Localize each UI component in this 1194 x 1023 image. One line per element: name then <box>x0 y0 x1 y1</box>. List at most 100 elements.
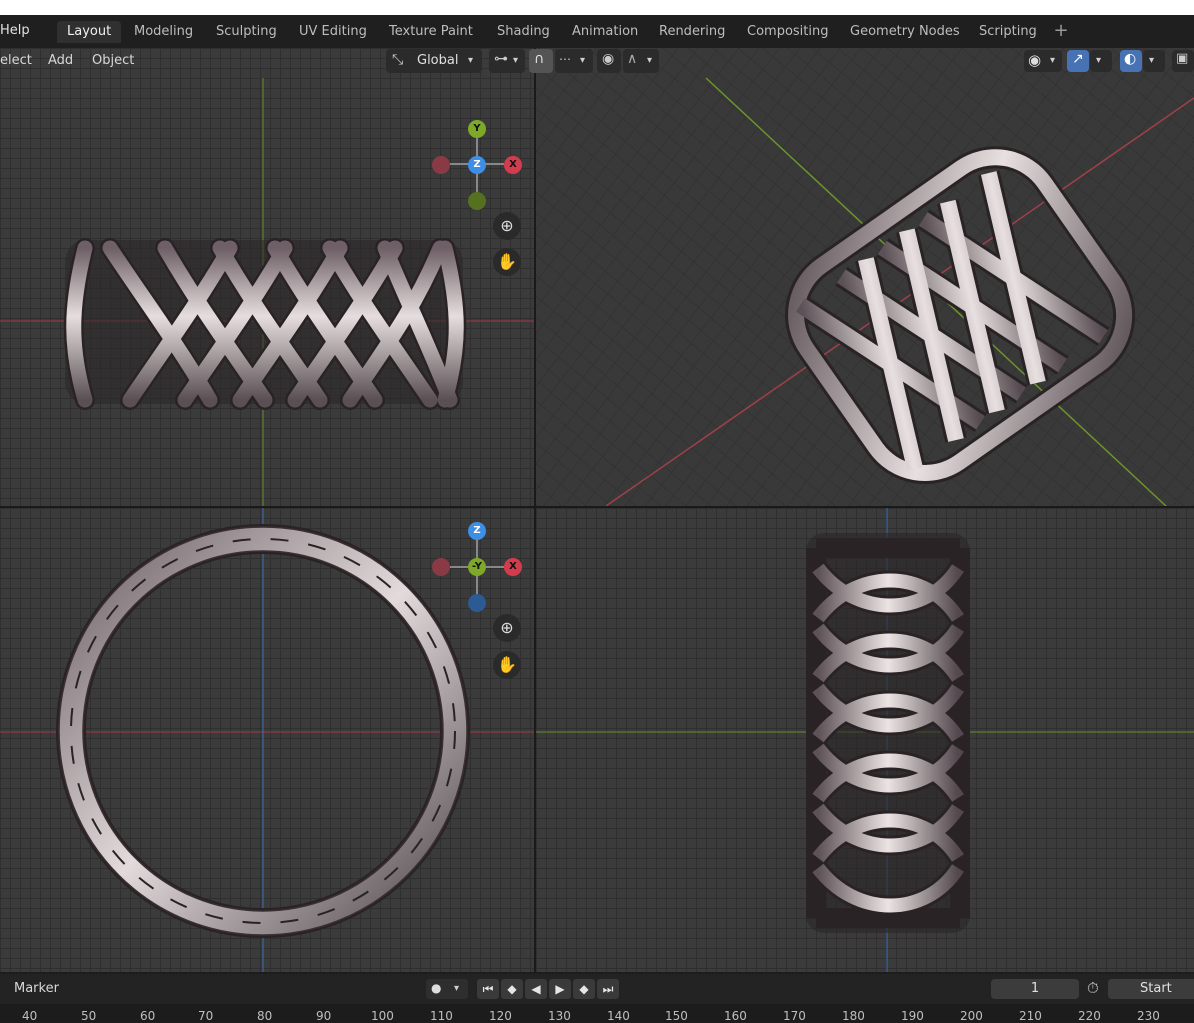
ring-side-view <box>806 533 970 933</box>
play-button[interactable]: ▶ <box>549 979 571 999</box>
pivot-icon: ⊶ <box>494 51 508 67</box>
tab-shading[interactable]: Shading <box>487 21 560 43</box>
viewport-header: elect Add Object ⤡ Global ▾ ⊶ ▾ ∩ ⋯ ▾ ◉ … <box>0 48 1194 76</box>
tab-sculpting[interactable]: Sculpting <box>206 21 287 43</box>
record-icon: ● <box>431 981 442 995</box>
ruler-tick: 190 <box>901 1009 924 1023</box>
viewport-perspective-canvas <box>605 77 1194 506</box>
current-frame-field[interactable]: 1 <box>991 979 1079 999</box>
zoom-icon[interactable]: ⊕ <box>493 614 521 642</box>
chevron-down-icon: ▾ <box>580 55 586 66</box>
chevron-down-icon: ▾ <box>647 55 653 66</box>
start-frame-label: Start <box>1140 981 1172 996</box>
viewport-side[interactable] <box>536 508 1194 972</box>
chevron-down-icon: ▾ <box>468 55 474 66</box>
tab-animation[interactable]: Animation <box>562 21 648 43</box>
start-frame-field[interactable]: Start <box>1108 979 1194 999</box>
ruler-tick: 130 <box>548 1009 571 1023</box>
xray-toggle[interactable]: ▣ <box>1172 50 1194 72</box>
chevron-down-icon: ▾ <box>1050 55 1056 66</box>
menu-help[interactable]: Help <box>0 23 30 38</box>
gizmo-icon: ↗ <box>1072 51 1084 67</box>
overlays-dropdown[interactable]: ▾ <box>1143 50 1165 72</box>
transform-orientation-dropdown[interactable]: ⤡ Global ▾ <box>386 49 482 73</box>
viewport-perspective[interactable] <box>536 48 1194 506</box>
magnet-icon: ∩ <box>534 51 545 67</box>
jump-next-keyframe-button[interactable]: ◆ <box>573 979 595 999</box>
chevron-down-icon: ▾ <box>1096 55 1102 66</box>
tab-modeling[interactable]: Modeling <box>124 21 203 43</box>
gizmo-z-axis-front[interactable]: Z <box>468 522 486 540</box>
gizmo-toggle[interactable]: ↗ <box>1067 50 1089 72</box>
window-title-strip <box>0 0 1194 15</box>
gizmo-neg-x-axis-front[interactable] <box>432 558 450 576</box>
stopwatch-icon[interactable]: ⏱ <box>1087 979 1099 997</box>
tab-layout[interactable]: Layout <box>57 21 122 43</box>
timeline-header: Marker ● ▾ ⏮ ◆ ◀ ▶ ◆ ⏭ 1 ⏱ Start <box>0 974 1194 1004</box>
keying-dropdown[interactable]: ● ▾ <box>426 979 468 999</box>
gizmo-dropdown[interactable]: ▾ <box>1090 50 1112 72</box>
play-reverse-button[interactable]: ◀ <box>525 979 547 999</box>
ruler-tick: 220 <box>1078 1009 1101 1023</box>
orientation-label: Global <box>417 53 459 68</box>
menu-object[interactable]: Object <box>92 53 134 68</box>
overlays-toggle[interactable]: ◐ <box>1120 50 1142 72</box>
timeline-ruler[interactable]: 40 50 60 70 80 90 100 110 120 130 140 15… <box>0 1004 1194 1023</box>
tab-uv-editing[interactable]: UV Editing <box>289 21 377 43</box>
gizmo-neg-x-axis[interactable] <box>432 156 450 174</box>
jump-to-end-button[interactable]: ⏭ <box>597 979 619 999</box>
gizmo-z-axis[interactable]: Z <box>468 156 486 174</box>
viewport-divider-vertical[interactable] <box>534 48 536 972</box>
proportional-falloff-dropdown[interactable]: ∧ ▾ <box>623 49 659 73</box>
ruler-tick: 120 <box>489 1009 512 1023</box>
tab-texture-paint[interactable]: Texture Paint <box>379 21 483 43</box>
ruler-tick: 70 <box>198 1009 214 1023</box>
add-workspace-icon[interactable]: + <box>1052 20 1070 42</box>
ruler-tick: 110 <box>430 1009 453 1023</box>
viewport-divider-horizontal[interactable] <box>0 506 1194 508</box>
gizmo-y-axis[interactable]: Y <box>468 120 486 138</box>
viewport-front[interactable]: Z -Y X ⊕ ✋ <box>0 508 534 972</box>
ring-top-view <box>63 238 467 410</box>
falloff-curve-icon: ∧ <box>627 51 638 67</box>
jump-prev-keyframe-button[interactable]: ◆ <box>501 979 523 999</box>
visibility-dropdown[interactable]: ◉ ▾ <box>1024 50 1062 72</box>
orientation-icon: ⤡ <box>392 52 404 68</box>
pivot-point-dropdown[interactable]: ⊶ ▾ <box>489 49 525 73</box>
gizmo-neg-y-axis[interactable] <box>468 192 486 210</box>
gizmo-x-axis-front[interactable]: X <box>504 558 522 576</box>
ruler-tick: 230 <box>1137 1009 1160 1023</box>
pan-hand-icon[interactable]: ✋ <box>493 651 521 679</box>
snap-toggle[interactable]: ∩ <box>529 49 553 73</box>
ruler-tick: 100 <box>371 1009 394 1023</box>
proportional-editing-toggle[interactable]: ◉ <box>597 49 621 73</box>
gizmo-neg-y-axis-front[interactable]: -Y <box>468 558 486 576</box>
viewport-top[interactable]: Y Z X ⊕ ✋ <box>0 48 534 506</box>
ruler-tick: 40 <box>22 1009 38 1023</box>
menu-select[interactable]: elect <box>0 53 32 68</box>
gizmo-x-axis[interactable]: X <box>504 156 522 174</box>
viewport-top-canvas <box>0 78 534 506</box>
overlays-icon: ◐ <box>1124 51 1137 67</box>
tab-geometry-nodes[interactable]: Geometry Nodes <box>840 21 970 43</box>
gizmo-neg-z-axis-front[interactable] <box>468 594 486 612</box>
menu-marker[interactable]: Marker <box>14 981 59 996</box>
ruler-tick: 50 <box>81 1009 97 1023</box>
chevron-down-icon: ▾ <box>513 55 519 66</box>
zoom-icon[interactable]: ⊕ <box>493 212 521 240</box>
proportional-edit-icon: ◉ <box>602 51 615 67</box>
menu-add[interactable]: Add <box>48 53 73 68</box>
ruler-tick: 160 <box>724 1009 747 1023</box>
ruler-tick: 90 <box>316 1009 332 1023</box>
tab-compositing[interactable]: Compositing <box>737 21 839 43</box>
viewport-front-canvas <box>0 508 534 972</box>
snap-target-dropdown[interactable]: ⋯ ▾ <box>555 49 593 73</box>
ruler-tick: 170 <box>783 1009 806 1023</box>
ruler-tick: 140 <box>607 1009 630 1023</box>
tab-scripting[interactable]: Scripting <box>969 21 1047 43</box>
ruler-tick: 180 <box>842 1009 865 1023</box>
snap-increment-icon: ⋯ <box>559 52 571 66</box>
jump-to-start-button[interactable]: ⏮ <box>477 979 499 999</box>
pan-hand-icon[interactable]: ✋ <box>493 248 521 276</box>
tab-rendering[interactable]: Rendering <box>649 21 735 43</box>
